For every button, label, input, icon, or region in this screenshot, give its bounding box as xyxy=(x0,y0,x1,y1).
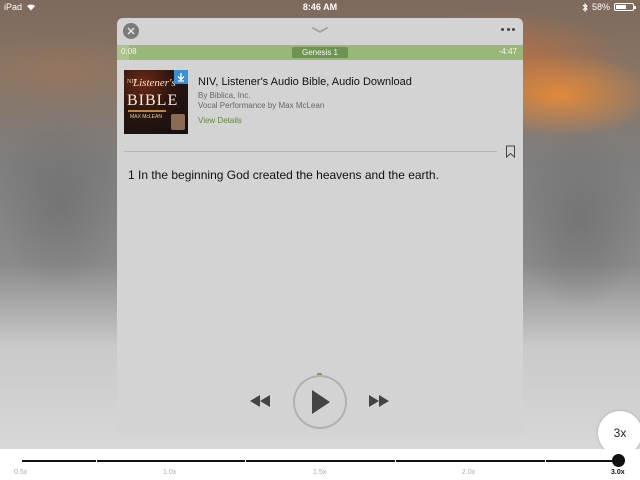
bookmark-icon[interactable] xyxy=(505,145,516,158)
playback-controls xyxy=(117,373,523,429)
status-bar-right: 58% xyxy=(582,0,636,14)
more-options-button[interactable] xyxy=(501,25,515,33)
speed-option-label[interactable]: 2.0x xyxy=(462,469,475,476)
chapter-label[interactable]: Genesis 1 xyxy=(292,47,348,58)
battery-percent: 58% xyxy=(591,2,610,12)
cover-strip xyxy=(128,110,166,112)
audio-player-panel: 0:08 Genesis 1 -4:47 NIV Listener's BIBL… xyxy=(117,18,523,436)
clock: 8:46 AM xyxy=(302,2,338,12)
divider xyxy=(124,151,497,152)
verse-text: 1 In the beginning God created the heave… xyxy=(128,168,439,182)
more-icon xyxy=(501,27,504,31)
speed-option-label[interactable]: 0.5x xyxy=(14,469,27,476)
audio-narration: Vocal Performance by Max McLean xyxy=(198,101,325,110)
remaining-time: -4:47 xyxy=(498,47,517,56)
speed-option-label[interactable]: 1.0x xyxy=(163,469,176,476)
album-cover: NIV Listener's BIBLE MAX McLEAN xyxy=(124,70,188,134)
speed-option-label[interactable]: 1.5x xyxy=(313,469,326,476)
close-button[interactable] xyxy=(123,23,139,39)
rewind-icon[interactable] xyxy=(249,394,271,408)
status-bar: iPad 8:46 AM 58% xyxy=(0,0,640,14)
bluetooth-icon xyxy=(582,2,588,12)
play-button[interactable] xyxy=(293,375,347,429)
playback-progress-bar[interactable]: 0:08 Genesis 1 -4:47 xyxy=(117,45,523,60)
battery-icon xyxy=(614,3,636,11)
speed-tick xyxy=(96,459,97,463)
view-details-link[interactable]: View Details xyxy=(198,116,242,125)
audio-publisher: By Biblica, Inc. xyxy=(198,91,251,100)
battery-fill xyxy=(616,5,627,9)
speed-tick xyxy=(245,459,246,463)
speed-tick xyxy=(395,459,396,463)
cover-narrator: MAX McLEAN xyxy=(130,114,162,120)
download-badge xyxy=(174,70,188,84)
elapsed-time: 0:08 xyxy=(121,47,137,56)
narrator-photo xyxy=(171,114,185,130)
audio-title: NIV, Listener's Audio Bible, Audio Downl… xyxy=(198,76,412,88)
speed-track xyxy=(22,460,620,462)
chevron-down-icon[interactable] xyxy=(310,24,330,36)
cover-listener: Listener's xyxy=(133,77,176,89)
close-icon xyxy=(127,27,135,35)
play-icon xyxy=(312,390,330,414)
speed-slider-handle[interactable] xyxy=(612,454,625,467)
speed-option-label[interactable]: 3.0x xyxy=(611,469,625,476)
download-icon xyxy=(177,73,185,82)
cover-bible: BIBLE xyxy=(127,92,179,109)
fast-forward-icon[interactable] xyxy=(368,394,390,408)
playback-speed-slider[interactable]: 0.5x 1.0x 1.5x 2.0x 3.0x xyxy=(0,449,640,480)
speed-tick xyxy=(545,459,546,463)
